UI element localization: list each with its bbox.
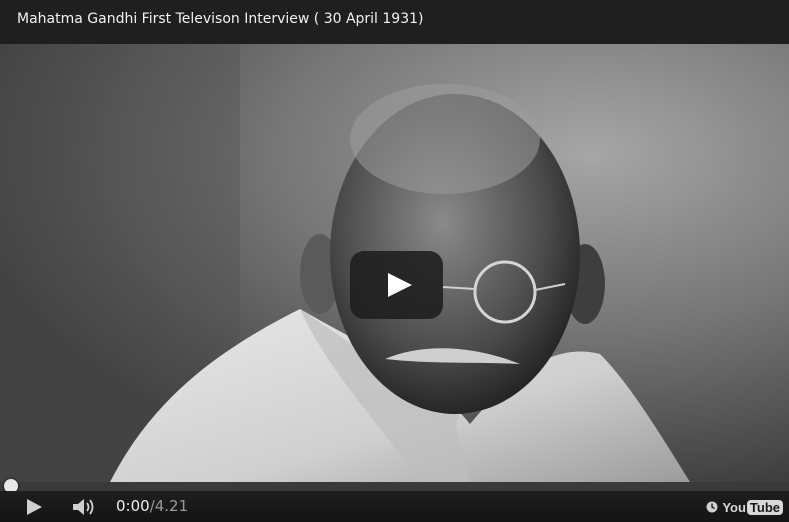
video-title[interactable]: Mahatma Gandhi First Televison Interview… (17, 11, 424, 27)
video-player: Mahatma Gandhi First Televison Interview… (0, 0, 789, 522)
progress-bar[interactable] (0, 479, 789, 493)
large-play-button[interactable] (350, 251, 443, 319)
play-icon (388, 273, 412, 297)
title-bar: Mahatma Gandhi First Televison Interview… (0, 0, 789, 44)
play-icon[interactable] (27, 499, 42, 515)
clock-icon[interactable] (706, 501, 718, 513)
video-frame[interactable] (0, 44, 789, 482)
youtube-logo[interactable]: You Tube (706, 498, 783, 516)
current-time: 0:00 (116, 497, 150, 515)
logo-text-you: You (722, 499, 746, 515)
logo-text-tube: Tube (746, 499, 783, 515)
time-display: 0:00/4.21 (116, 497, 188, 515)
volume-icon[interactable] (72, 498, 96, 516)
control-bar: 0:00/4.21 You Tube (0, 491, 789, 522)
duration: /4.21 (149, 497, 189, 515)
